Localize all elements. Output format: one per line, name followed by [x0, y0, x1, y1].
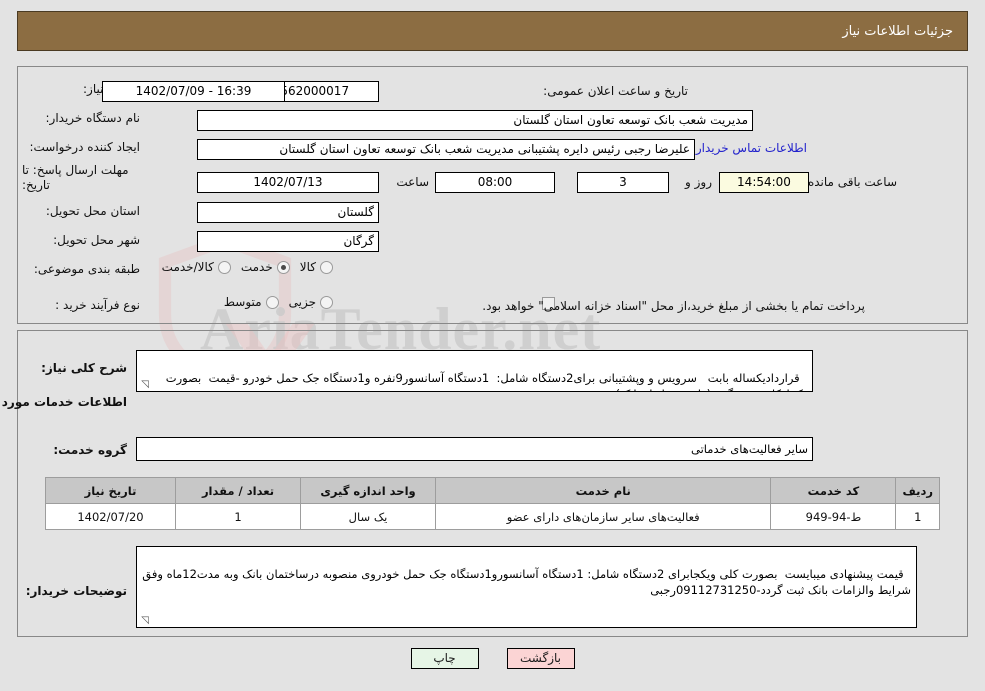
- province-label-row: استان محل تحویل:: [46, 204, 140, 218]
- category-radio-1[interactable]: [276, 260, 290, 274]
- need-info-panel: [17, 66, 968, 324]
- th-quantity: تعداد / مقدار: [175, 477, 301, 504]
- category-radio-group[interactable]: کالا خدمت کالا/خدمت: [152, 260, 333, 274]
- purchase-type-radio-0[interactable]: [320, 295, 333, 309]
- buyer-org-label-row: نام دستگاه خریدار:: [46, 111, 141, 125]
- requester-value: علیرضا رجبی رئیس دایره پشتیبانی مدیریت ش…: [197, 139, 695, 160]
- purchase-type-label-row: نوع فرآیند خرید :: [55, 298, 140, 312]
- service-group-value: سایر فعالیت‌های خدماتی: [136, 437, 813, 461]
- category-radio-2[interactable]: [217, 260, 231, 274]
- remaining-days-label: روز و: [685, 175, 712, 189]
- table-header-row: ردیف کد خدمت نام خدمت واحد اندازه گیری ت…: [45, 477, 940, 504]
- remaining-days-value: 3: [577, 172, 669, 193]
- general-need-label: شرح کلی نیاز:: [41, 361, 127, 375]
- deadline-label: مهلت ارسال پاسخ: تا تاریخ:: [22, 163, 129, 192]
- buyer-notes-label: توضیحات خریدار:: [25, 584, 127, 598]
- purchase-type-radio-label-0: جزیی: [288, 295, 316, 309]
- td-row-number: 1: [895, 503, 940, 530]
- category-label: طبقه بندی موضوعی:: [33, 262, 140, 276]
- requester-label: ایجاد کننده درخواست:: [29, 140, 140, 154]
- service-items-table: ردیف کد خدمت نام خدمت واحد اندازه گیری ت…: [45, 477, 940, 530]
- public-announce-label: تاریخ و ساعت اعلان عمومی:: [543, 84, 688, 98]
- buyer-org-label: نام دستگاه خریدار:: [45, 111, 141, 125]
- public-announce-value: 16:39 - 1402/07/09: [102, 81, 285, 102]
- purchase-type-radio-label-1: متوسط: [223, 295, 262, 309]
- deadline-time-value: 08:00: [435, 172, 555, 193]
- td-need-date: 1402/07/20: [45, 503, 176, 530]
- city-value: گرگان: [197, 231, 379, 252]
- table-row: 1 ط-94-949 فعالیت‌های سایر سازمان‌های دا…: [45, 503, 940, 530]
- category-radio-label-1: خدمت: [240, 260, 273, 274]
- buyer-notes-textarea[interactable]: قیمت پیشنهادی میبایست بصورت کلی ویکجابرا…: [136, 546, 917, 628]
- td-quantity: 1: [175, 503, 301, 530]
- back-button[interactable]: بازگشت: [506, 648, 575, 669]
- resize-handle-icon[interactable]: ◹: [139, 380, 149, 390]
- requester-label-row: ایجاد کننده درخواست:: [29, 140, 140, 154]
- purchase-type-label: نوع فرآیند خرید :: [55, 298, 140, 312]
- buyer-notes-text: قیمت پیشنهادی میبایست بصورت کلی ویکجابرا…: [138, 567, 911, 597]
- deadline-hour-label: ساعت: [396, 175, 429, 189]
- th-need-date: تاریخ نیاز: [45, 477, 176, 504]
- province-label: استان محل تحویل:: [45, 204, 140, 218]
- city-label-row: شهر محل تحویل:: [53, 233, 140, 247]
- purchase-type-radio-1[interactable]: [265, 295, 279, 309]
- remaining-time-value: 14:54:00: [719, 172, 809, 193]
- category-radio-label-0: کالا: [299, 260, 316, 274]
- service-group-label: گروه خدمت:: [53, 443, 127, 457]
- th-row-number: ردیف: [895, 477, 940, 504]
- buyer-contact-link[interactable]: اطلاعات تماس خریدار: [696, 141, 807, 155]
- td-service-code: ط-94-949: [770, 503, 897, 530]
- services-section-title: اطلاعات خدمات مورد نیاز: [0, 395, 127, 409]
- remaining-time-label: ساعت باقی مانده: [807, 175, 897, 189]
- resize-handle-icon[interactable]: ◹: [139, 616, 149, 626]
- td-unit: یک سال: [300, 503, 436, 530]
- buyer-org-value: مدیریت شعب بانک توسعه تعاون استان گلستان: [197, 110, 753, 131]
- page-header: جزئیات اطلاعات نیاز: [17, 11, 968, 51]
- general-need-textarea[interactable]: قراردادیکساله بابت سرویس و وپشتیبانی برا…: [136, 350, 813, 392]
- th-service-code: کد خدمت: [770, 477, 897, 504]
- province-value: گلستان: [197, 202, 379, 223]
- deadline-date-value: 1402/07/13: [197, 172, 379, 193]
- page-title: جزئیات اطلاعات نیاز: [842, 23, 953, 39]
- category-radio-0[interactable]: [320, 260, 333, 274]
- th-service-name: نام خدمت: [434, 477, 772, 504]
- print-button[interactable]: چاپ: [410, 648, 479, 669]
- general-need-text: قراردادیکساله بابت سرویس و وپشتیبانی برا…: [165, 371, 807, 391]
- th-unit: واحد اندازه گیری: [300, 477, 436, 504]
- button-bar: بازگشت چاپ: [0, 648, 985, 669]
- category-radio-label-2: کالا/خدمت: [161, 260, 214, 274]
- city-label: شهر محل تحویل:: [53, 233, 140, 247]
- purchase-type-radio-group[interactable]: جزیی متوسط: [214, 295, 333, 309]
- treasury-note-label: پرداخت تمام یا بخشی از مبلغ خرید،از محل …: [482, 299, 865, 313]
- td-service-name: فعالیت‌های سایر سازمان‌های دارای عضو: [434, 503, 772, 530]
- category-label-row: طبقه بندی موضوعی:: [34, 262, 140, 276]
